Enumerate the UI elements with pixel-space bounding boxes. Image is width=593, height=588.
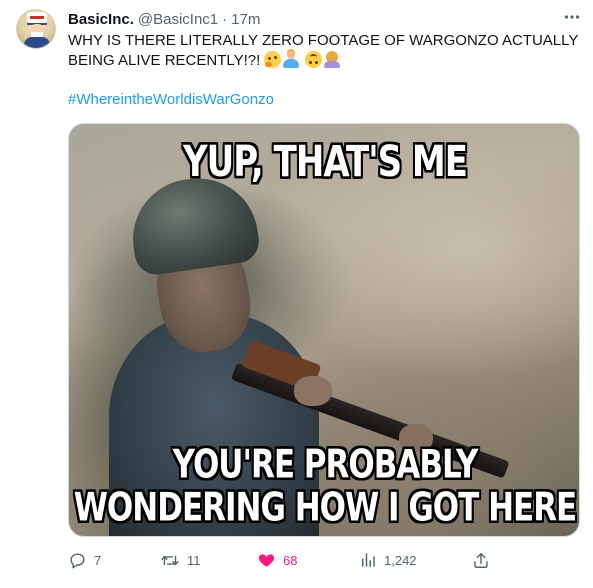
retweet-count: 11 xyxy=(187,552,201,568)
header-separator: · xyxy=(222,10,228,28)
meme-image[interactable]: YUP, THAT'S ME YOU'RE PROBABLY WONDERING… xyxy=(68,123,580,537)
thinking-face-emoji-icon xyxy=(264,51,282,68)
avatar-coat xyxy=(24,37,50,48)
more-dots-icon xyxy=(564,15,580,19)
heart-icon xyxy=(258,554,275,567)
reply-count: 7 xyxy=(94,552,102,568)
retweet-button[interactable]: 11 xyxy=(160,549,201,571)
like-count: 68 xyxy=(283,552,298,568)
views-button[interactable]: 1,242 xyxy=(359,549,417,571)
views-count: 1,242 xyxy=(384,552,417,568)
meme-top-caption: YUP, THAT'S ME xyxy=(183,137,468,187)
person-facepalming-emoji-icon xyxy=(323,51,341,68)
meme-bottom-caption-line-1: YOU'RE PROBABLY xyxy=(172,442,479,488)
more-options-button[interactable] xyxy=(561,6,583,28)
person-shrugging-emoji-icon xyxy=(282,51,300,68)
upside-down-face-emoji-icon xyxy=(305,51,323,68)
meme-bottom-caption-line-2: WONDERING HOW I GOT HERE xyxy=(73,485,578,531)
timestamp[interactable]: 17m xyxy=(231,11,260,28)
tweet-text-line-2-text: BEING ALIVE RECENTLY!?! xyxy=(68,52,261,69)
avatar[interactable] xyxy=(16,9,56,49)
tweet-text-line-1: WHY IS THERE LITERALLY ZERO FOOTAGE OF W… xyxy=(68,32,579,49)
user-handle[interactable]: @BasicInc1 xyxy=(138,11,218,28)
tweet-actions: 7 11 68 1,242 xyxy=(68,549,498,571)
tweet: BasicInc. @BasicInc1 · 17m WHY IS THERE … xyxy=(0,0,593,588)
like-button[interactable]: 68 xyxy=(257,549,297,571)
avatar-hat xyxy=(27,12,47,23)
reply-icon xyxy=(70,552,85,568)
hashtag-link[interactable]: #WhereintheWorldisWarGonzo xyxy=(68,91,274,108)
tweet-header: BasicInc. @BasicInc1 · 17m xyxy=(68,10,260,28)
soldier-hand xyxy=(294,376,332,406)
views-chart-icon xyxy=(362,553,375,567)
reply-button[interactable]: 7 xyxy=(68,549,101,571)
tweet-text-line-2: BEING ALIVE RECENTLY!?! xyxy=(68,51,568,71)
tweet-text: WHY IS THERE LITERALLY ZERO FOOTAGE OF W… xyxy=(68,31,579,71)
share-button[interactable] xyxy=(472,549,490,571)
retweet-icon xyxy=(161,555,179,565)
display-name[interactable]: BasicInc. xyxy=(68,11,134,28)
share-icon xyxy=(474,552,488,568)
